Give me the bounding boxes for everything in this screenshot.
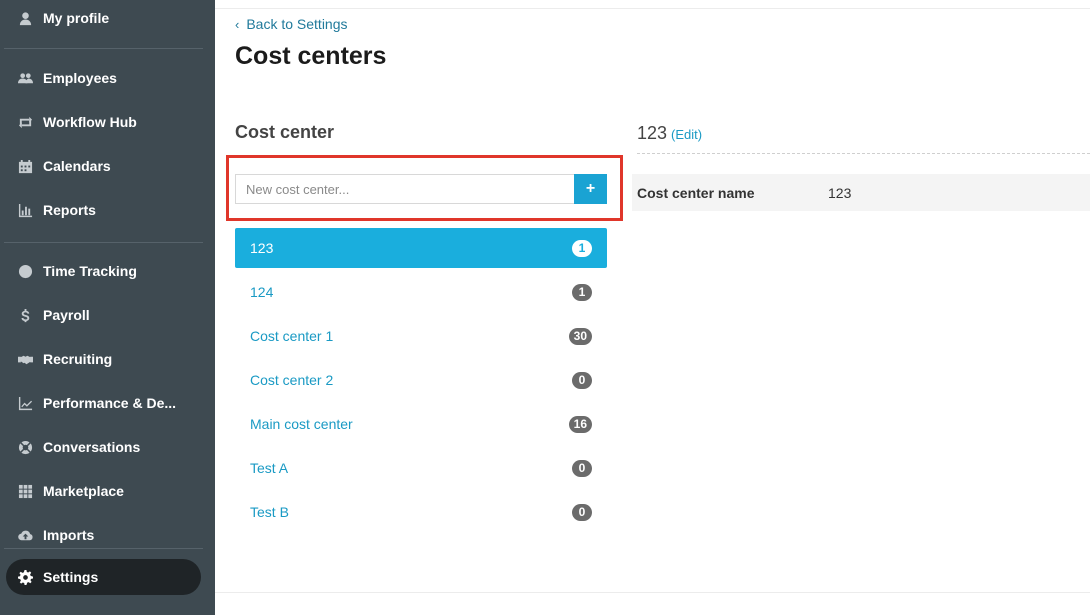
- sidebar-item-marketplace[interactable]: Marketplace: [0, 473, 215, 509]
- count-badge: 0: [572, 503, 592, 521]
- sidebar-item-my-profile[interactable]: My profile: [0, 0, 215, 36]
- sidebar-item-label: Performance & De...: [43, 395, 177, 411]
- sidebar-item-label: My profile: [43, 10, 110, 26]
- sidebar-item-payroll[interactable]: Payroll: [0, 297, 215, 333]
- sidebar-divider: [4, 548, 203, 549]
- back-link-label: Back to Settings: [246, 16, 348, 32]
- sidebar-item-performance[interactable]: Performance & De...: [0, 385, 215, 421]
- cost-center-name: Cost center 2: [250, 372, 334, 388]
- edit-link[interactable]: (Edit): [671, 127, 702, 142]
- lifebuoy-icon: [17, 439, 33, 455]
- user-icon: [17, 10, 33, 26]
- sidebar-item-recruiting[interactable]: Recruiting: [0, 341, 215, 377]
- count-badge: 0: [572, 371, 592, 389]
- users-icon: [17, 70, 33, 86]
- cloud-upload-icon: [17, 527, 33, 543]
- divider: [215, 8, 1090, 9]
- grid-icon: [17, 483, 33, 499]
- sidebar: My profile Employees Workflow Hub Calend…: [0, 0, 215, 615]
- sidebar-item-label: Employees: [43, 70, 117, 86]
- detail-title: 123 (Edit): [637, 123, 702, 144]
- sidebar-item-label: Conversations: [43, 439, 141, 455]
- cost-center-name: 123: [250, 240, 274, 256]
- list-item[interactable]: 123 1: [235, 228, 607, 268]
- trend-icon: [17, 395, 33, 411]
- list-item[interactable]: 124 1: [235, 272, 607, 312]
- calendar-icon: [17, 158, 33, 174]
- sidebar-item-employees[interactable]: Employees: [0, 60, 215, 96]
- detail-field-row: Cost center name 123: [632, 174, 1090, 211]
- sidebar-item-label: Settings: [43, 569, 99, 585]
- list-item[interactable]: Test B 0: [235, 492, 607, 532]
- sidebar-item-label: Marketplace: [43, 483, 124, 499]
- main-content: ‹ Back to Settings Cost centers Cost cen…: [215, 0, 1090, 615]
- field-label: Cost center name: [637, 184, 755, 201]
- chart-icon: [17, 202, 33, 218]
- detail-name: 123: [637, 123, 668, 143]
- count-badge: 1: [572, 239, 592, 257]
- sidebar-item-calendars[interactable]: Calendars: [0, 148, 215, 184]
- dollar-icon: [17, 307, 33, 323]
- cost-center-name: Cost center 1: [250, 328, 334, 344]
- divider: [215, 592, 1090, 593]
- new-cost-center-input[interactable]: [235, 174, 574, 204]
- sidebar-item-settings[interactable]: Settings: [6, 559, 201, 595]
- cost-center-section-title: Cost center: [235, 122, 335, 142]
- list-item[interactable]: Cost center 2 0: [235, 360, 607, 400]
- count-badge: 16: [568, 415, 592, 433]
- sidebar-item-time-tracking[interactable]: Time Tracking: [0, 253, 215, 289]
- sidebar-divider: [4, 242, 203, 243]
- sidebar-item-label: Calendars: [43, 158, 111, 174]
- cost-center-list: 123 1 124 1 Cost center 1 30 Cost center…: [235, 228, 607, 536]
- count-badge: 30: [568, 327, 592, 345]
- page-title: Cost centers: [235, 42, 387, 70]
- sidebar-item-workflow-hub[interactable]: Workflow Hub: [0, 104, 215, 140]
- list-item[interactable]: Main cost center 16: [235, 404, 607, 444]
- back-to-settings-link[interactable]: ‹ Back to Settings: [235, 16, 348, 32]
- sidebar-item-conversations[interactable]: Conversations: [0, 429, 215, 465]
- cost-center-name: Main cost center: [250, 416, 353, 432]
- sidebar-item-label: Time Tracking: [43, 263, 137, 279]
- list-item[interactable]: Test A 0: [235, 448, 607, 488]
- list-item[interactable]: Cost center 1 30: [235, 316, 607, 356]
- clock-icon: [17, 263, 33, 279]
- gear-icon: [17, 569, 33, 585]
- sidebar-item-label: Recruiting: [43, 351, 113, 367]
- cost-center-name: Test B: [250, 504, 289, 520]
- sidebar-item-label: Imports: [43, 527, 95, 543]
- sidebar-divider: [4, 48, 203, 49]
- divider: [637, 153, 1090, 154]
- handshake-icon: [17, 351, 33, 367]
- chevron-left-icon: ‹: [235, 16, 240, 32]
- sidebar-item-label: Reports: [43, 202, 96, 218]
- workflow-icon: [17, 114, 33, 130]
- cost-center-name: Test A: [250, 460, 289, 476]
- field-value: 123: [828, 184, 852, 201]
- count-badge: 1: [572, 283, 592, 301]
- sidebar-item-reports[interactable]: Reports: [0, 192, 215, 228]
- sidebar-item-label: Workflow Hub: [43, 114, 137, 130]
- add-cost-center-button[interactable]: +: [574, 174, 607, 204]
- cost-center-name: 124: [250, 284, 274, 300]
- count-badge: 0: [572, 459, 592, 477]
- sidebar-item-label: Payroll: [43, 307, 90, 323]
